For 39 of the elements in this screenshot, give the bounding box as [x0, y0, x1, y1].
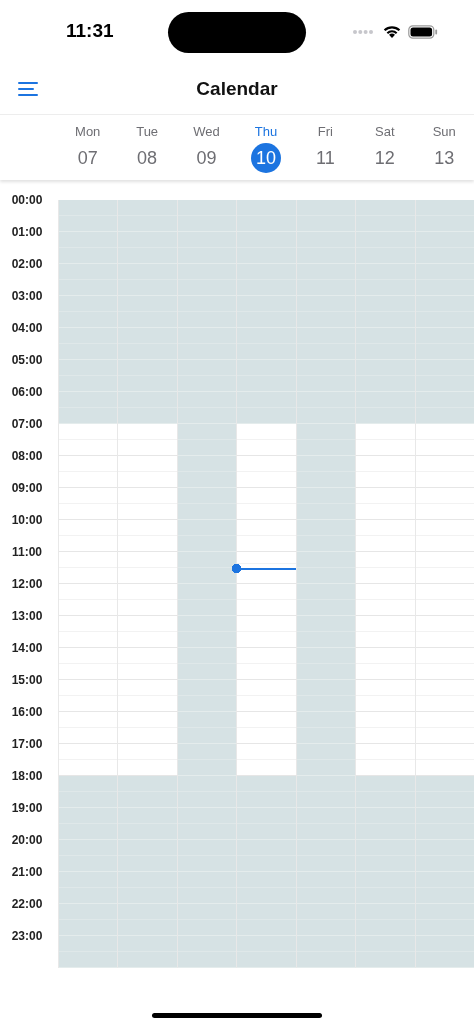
hour-label: 21:00	[11, 864, 43, 880]
hour-label: 15:00	[11, 672, 43, 688]
hour-label: 16:00	[11, 704, 43, 720]
day-tab[interactable]: Sun 13	[414, 115, 474, 180]
menu-button[interactable]	[18, 82, 38, 96]
day-tab[interactable]: Sat 12	[355, 115, 415, 180]
hour-label: 00:00	[11, 192, 43, 208]
hour-label: 12:00	[11, 576, 43, 592]
wifi-icon	[382, 24, 402, 39]
hour-label: 23:00	[11, 928, 43, 944]
hour-label: 06:00	[11, 384, 43, 400]
hour-label: 08:00	[11, 448, 43, 464]
day-tab[interactable]: Tue 08	[117, 115, 177, 180]
hour-label: 22:00	[11, 896, 43, 912]
signal-icon	[352, 28, 374, 35]
hour-label: 20:00	[11, 832, 43, 848]
hour-label: 11:00	[12, 544, 42, 560]
hour-label: 04:00	[11, 320, 43, 336]
hour-label: 18:00	[11, 768, 43, 784]
hour-label: 02:00	[11, 256, 43, 272]
hour-label: 14:00	[11, 640, 43, 656]
hour-label: 17:00	[11, 736, 43, 752]
hour-label: 13:00	[11, 608, 43, 624]
hour-label: 09:00	[11, 480, 43, 496]
hour-label: 10:00	[11, 512, 43, 528]
time-slot[interactable]	[177, 568, 237, 584]
day-tab[interactable]: Mon 07	[58, 115, 118, 180]
hour-label: 05:00	[11, 352, 43, 368]
screen-title: Calendar	[196, 78, 278, 100]
hour-label: 01:00	[11, 224, 43, 240]
hour-label: 07:00	[11, 416, 43, 432]
hour-label: 03:00	[11, 288, 43, 304]
day-tab[interactable]: Thu 10	[236, 115, 296, 180]
day-tab[interactable]: Wed 09	[176, 115, 237, 180]
battery-icon	[408, 24, 438, 39]
day-tab[interactable]: Fri 11	[295, 115, 356, 180]
menu-icon	[18, 82, 38, 96]
status-time: 11:31	[66, 20, 114, 42]
hour-label: 19:00	[11, 800, 43, 816]
